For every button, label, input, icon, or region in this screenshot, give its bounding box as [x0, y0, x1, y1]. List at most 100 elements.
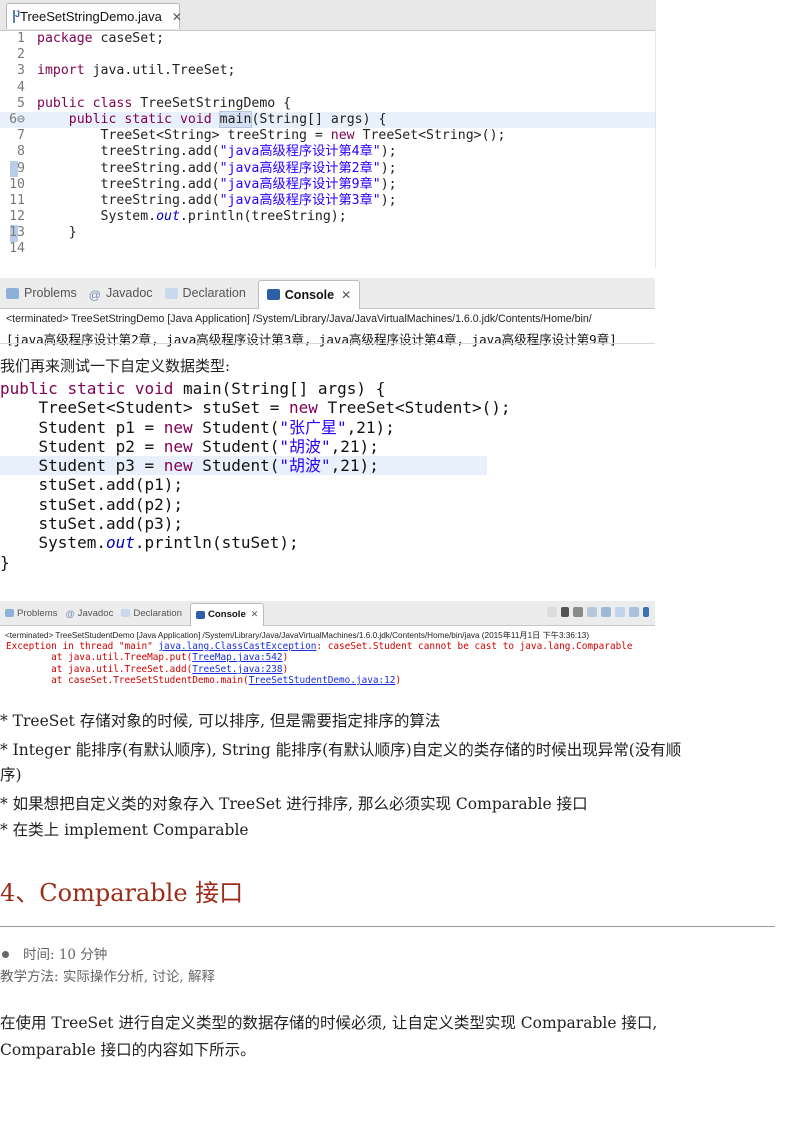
code-line: }	[0, 552, 10, 572]
close-icon[interactable]: ✕	[172, 10, 182, 24]
editor-tab[interactable]: TreeSetStringDemo.java ✕	[6, 3, 182, 29]
code-text: TreeSet<String> treeString = new TreeSet…	[37, 128, 506, 144]
code-text: treeString.add("java高级程序设计第9章");	[37, 176, 397, 192]
at-icon: @	[88, 287, 101, 302]
tab-problems[interactable]: Problems	[5, 608, 58, 619]
code-text: treeString.add("java高级程序设计第3章");	[37, 192, 397, 208]
line-number: 13	[9, 225, 25, 241]
bullet-icon	[2, 951, 9, 958]
console-view: Problems @ Javadoc Declaration Console ✕ <…	[0, 278, 655, 347]
note-line: 序)	[0, 766, 22, 784]
body-text: 在使用 TreeSet 进行自定义类型的数据存储的时候必须, 让自定义类型实现 …	[0, 1014, 658, 1032]
code-text: }	[37, 225, 77, 241]
error-message: : caseSet.Student cannot be cast to java…	[316, 641, 633, 652]
code-line: stuSet.add(p3);	[0, 514, 184, 534]
console-terminated-line: <terminated> TreeSetStudentDemo [Java Ap…	[5, 631, 590, 640]
line-number: 6⊖	[9, 111, 25, 127]
error-prefix: Exception in thread "main"	[6, 641, 159, 652]
code-line: 12 System.out.println(treeString);	[0, 209, 655, 225]
source-link[interactable]: TreeSet.java:238	[192, 664, 282, 675]
line-number: 11	[9, 192, 25, 208]
code-line: public static void main(String[] args) {	[0, 379, 386, 398]
tab-console[interactable]: Console ✕	[257, 279, 361, 309]
remove-all-icon[interactable]	[573, 607, 583, 617]
source-link[interactable]: TreeMap.java:542	[192, 652, 282, 663]
close-icon[interactable]: ✕	[341, 288, 351, 302]
code-line: stuSet.add(p2);	[0, 494, 184, 514]
section-heading: 4、Comparable 接口	[0, 879, 244, 907]
console-icon	[195, 610, 205, 619]
tab-label: Console	[284, 287, 335, 302]
line-number: 7	[17, 128, 25, 144]
tab-console[interactable]: Console ✕	[189, 602, 265, 626]
exception-link[interactable]: java.lang.ClassCastException	[158, 641, 316, 652]
code-line: Student p2 = new Student("胡波",21);	[0, 436, 379, 456]
code-text: System.out.println(treeString);	[37, 209, 347, 225]
line-number: 4	[17, 79, 25, 95]
code-line: 4	[0, 80, 655, 96]
editor-tabbar: TreeSetStringDemo.java ✕	[0, 0, 655, 31]
code-lines: 1 package caseSet; 2 3 import java.util.Tree…	[0, 31, 655, 258]
console-toolbar	[547, 607, 649, 617]
stop-icon[interactable]	[547, 607, 557, 617]
at-icon: @	[65, 609, 75, 619]
remove-launch-icon[interactable]	[561, 607, 569, 617]
tab-javadoc[interactable]: @ Javadoc	[65, 607, 114, 620]
line-number: 14	[9, 241, 25, 257]
code-text: treeString.add("java高级程序设计第4章");	[37, 144, 397, 160]
clear-console-icon[interactable]	[587, 607, 597, 617]
tab-label: Javadoc	[77, 607, 114, 619]
view-tabs: Problems @ Javadoc Declaration Console ✕	[0, 278, 655, 309]
code-line: 13 }	[0, 225, 655, 241]
stack-trace-line: at java.util.TreeSet.add(TreeSet.java:23…	[6, 663, 289, 675]
code-line: 7 TreeSet<String> treeString = new TreeS…	[0, 128, 655, 144]
tab-problems[interactable]: Problems	[6, 286, 77, 300]
tab-label: Declaration	[133, 607, 182, 619]
code-text: treeString.add("java高级程序设计第2章");	[37, 160, 397, 176]
divider	[0, 926, 775, 927]
tab-label: Problems	[17, 607, 58, 619]
declaration-icon	[121, 609, 131, 617]
code-line: 8 treeString.add("java高级程序设计第4章");	[0, 144, 655, 160]
code-line: 6⊖ public static void main(String[] args…	[0, 110, 655, 129]
tab-declaration[interactable]: Declaration	[164, 286, 246, 300]
display-console-icon[interactable]	[629, 607, 639, 617]
line-number: 10	[9, 176, 25, 192]
tab-javadoc[interactable]: @ Javadoc	[88, 286, 153, 302]
code-line: 14	[0, 241, 655, 257]
view-tabs: Problems @ Javadoc Declaration Console ✕	[0, 601, 655, 626]
error-line: Exception in thread "main" java.lang.Cla…	[0, 641, 655, 652]
declaration-icon	[164, 287, 178, 299]
tab-declaration[interactable]: Declaration	[121, 608, 182, 619]
code-line: Student p3 = new Student("胡波",21);	[0, 456, 487, 476]
code-line: 2	[0, 47, 655, 63]
console-output: [java高级程序设计第2章, java高级程序设计第3章, java高级程序设…	[6, 332, 617, 347]
close-icon[interactable]: ✕	[251, 609, 259, 620]
code-line: 1 package caseSet;	[0, 31, 655, 47]
tab-label: Declaration	[182, 286, 246, 300]
body-text: Comparable 接口的内容如下所示。	[0, 1041, 256, 1059]
stack-trace-line: at java.util.TreeMap.put(TreeMap.java:54…	[6, 652, 289, 664]
code-line: 11 treeString.add("java高级程序设计第3章");	[0, 193, 655, 209]
code-line: 10 treeString.add("java高级程序设计第9章");	[0, 177, 655, 193]
note-line: * Integer 能排序(有默认顺序), String 能排序(有默认顺序)自…	[0, 741, 682, 759]
open-console-icon[interactable]	[643, 607, 649, 617]
pin-console-icon[interactable]	[615, 607, 625, 617]
time-text: 时间: 10 分钟	[23, 947, 108, 963]
line-number: 3	[17, 63, 25, 79]
line-number: 5	[17, 95, 25, 111]
scroll-lock-icon[interactable]	[601, 607, 611, 617]
tab-label: Console	[207, 609, 246, 620]
source-link[interactable]: TreeSetStudentDemo.java:12	[249, 675, 396, 686]
paragraph: 我们再来测试一下自定义数据类型:	[0, 357, 231, 375]
code-text: package caseSet;	[37, 31, 165, 46]
code-line: 9 treeString.add("java高级程序设计第2章");	[0, 161, 655, 177]
java-file-icon	[13, 9, 20, 23]
console-terminated-line: <terminated> TreeSetStringDemo [Java App…	[6, 313, 592, 325]
console-view-error: Problems @ Javadoc Declaration Console ✕ <…	[0, 601, 655, 699]
note-line: * 在类上 implement Comparable	[0, 821, 249, 839]
line-number: 8	[17, 144, 25, 160]
line-number: 9	[17, 160, 25, 176]
problems-icon	[5, 609, 14, 617]
code-text: public static void main(String[] args) {	[68, 110, 387, 128]
